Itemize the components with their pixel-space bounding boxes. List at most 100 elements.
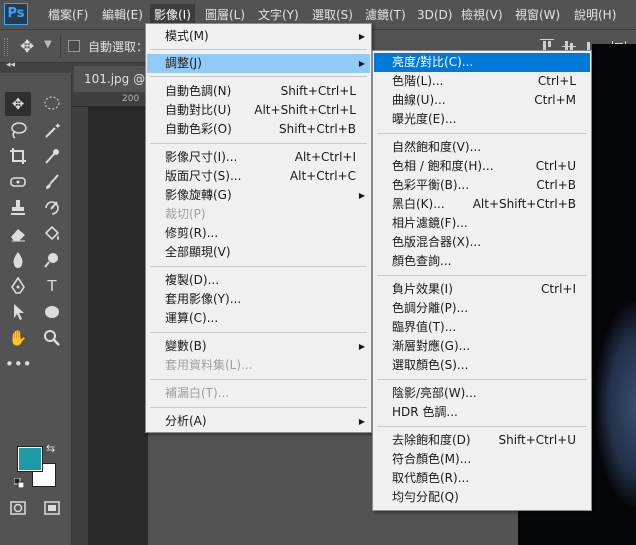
lasso-tool-icon[interactable]: [5, 118, 31, 142]
menu-file[interactable]: 檔案(F): [46, 6, 90, 24]
history-brush-icon[interactable]: [39, 196, 65, 220]
spot-healing-icon[interactable]: [5, 170, 31, 194]
menu-item-brightness-contrast[interactable]: 亮度/對比(C)...: [374, 53, 590, 72]
menu-item-adjustments[interactable]: 調整(J) ▶: [147, 54, 370, 73]
pen-tool-icon[interactable]: [5, 274, 31, 298]
eraser-tool-icon[interactable]: [5, 222, 31, 246]
menu-item-vibrance[interactable]: 自然飽和度(V)...: [374, 138, 590, 157]
menu-item-trap: 補漏白(T)...: [165, 386, 230, 400]
menu-item-calculations[interactable]: 運算(C)...: [147, 309, 370, 328]
menu-item-curves[interactable]: 曲線(U)... Ctrl+M: [374, 91, 590, 110]
adjustments-submenu: 亮度/對比(C)... 色階(L)... Ctrl+L 曲線(U)... Ctr…: [372, 50, 592, 511]
menu-item-variables[interactable]: 變數(B) ▶: [147, 337, 370, 356]
menu-item-desaturate[interactable]: 去除飽和度(D) Shift+Ctrl+U: [374, 431, 590, 450]
zoom-tool-icon[interactable]: [39, 326, 65, 350]
left-ruler: [72, 107, 88, 545]
path-selection-icon[interactable]: [5, 300, 31, 324]
menu-item-analysis[interactable]: 分析(A) ▶: [147, 412, 370, 431]
menu-edit[interactable]: 編輯(E): [100, 6, 145, 24]
type-tool-icon[interactable]: T: [39, 274, 65, 298]
canvas-area[interactable]: [88, 107, 148, 545]
collapse-icon[interactable]: ◂◂: [6, 60, 15, 70]
submenu-arrow-icon: ▶: [358, 342, 365, 351]
menu-separator: [150, 76, 367, 77]
options-divider: [60, 36, 61, 58]
eyedropper-icon[interactable]: [39, 144, 65, 168]
menu-separator: [377, 275, 587, 276]
move-tool-icon[interactable]: ✥: [5, 92, 31, 116]
menu-item-replace-color[interactable]: 取代顏色(R)...: [374, 469, 590, 488]
menu-item-black-white[interactable]: 黑白(K)... Alt+Shift+Ctrl+B: [374, 195, 590, 214]
menu-filter[interactable]: 濾鏡(T): [363, 6, 408, 24]
menu-item-trim[interactable]: 修剪(R)...: [147, 224, 370, 243]
brush-tool-icon[interactable]: [39, 170, 65, 194]
blur-tool-icon[interactable]: [5, 248, 31, 272]
menu-item-photo-filter[interactable]: 相片濾鏡(F)...: [374, 214, 590, 233]
menu-item-posterize[interactable]: 色調分離(P)...: [374, 299, 590, 318]
menu-item-color-balance[interactable]: 色彩平衡(B)... Ctrl+B: [374, 176, 590, 195]
menu-item-channel-mixer[interactable]: 色版混合器(X)...: [374, 233, 590, 252]
menu-separator: [377, 379, 587, 380]
crop-tool-icon[interactable]: [5, 144, 31, 168]
menu-item-image-rotation[interactable]: 影像旋轉(G) ▶: [147, 186, 370, 205]
quick-mask-icon[interactable]: [5, 496, 31, 520]
menu-help[interactable]: 說明(H): [572, 6, 618, 24]
image-menu-dropdown: 模式(M) ▶ 調整(J) ▶ 自動色調(N) Shift+Ctrl+L 自動對…: [145, 23, 372, 433]
menu-item-apply-data-set: 套用資料集(L)...: [165, 358, 253, 372]
menu-item-duplicate[interactable]: 複製(D)...: [147, 271, 370, 290]
menu-item-hdr-toning[interactable]: HDR 色調...: [374, 403, 590, 422]
menu-item-canvas-size[interactable]: 版面尺寸(S)... Alt+Ctrl+C: [147, 167, 370, 186]
menu-3d[interactable]: 3D(D): [415, 6, 454, 24]
menu-item-shadows-highlights[interactable]: 陰影/亮部(W)...: [374, 384, 590, 403]
svg-text:✦: ✦: [54, 122, 61, 132]
chevron-down-icon[interactable]: ▼: [44, 39, 52, 50]
menu-separator: [150, 332, 367, 333]
menu-item-equalize[interactable]: 均勻分配(Q): [374, 488, 590, 507]
default-colors-icon[interactable]: [13, 477, 25, 489]
auto-select-label: 自動選取：: [88, 40, 149, 54]
magic-wand-icon[interactable]: ✦: [39, 118, 65, 142]
menu-item-threshold[interactable]: 臨界值(T)...: [374, 318, 590, 337]
menu-layer[interactable]: 圖層(L): [203, 6, 247, 24]
menu-view[interactable]: 檢視(V): [459, 6, 505, 24]
foreground-color-swatch[interactable]: [17, 446, 43, 472]
marquee-tool-icon[interactable]: [39, 92, 65, 116]
ellipse-tool-icon[interactable]: [39, 300, 65, 324]
menu-item-color-lookup[interactable]: 顏色查詢...: [374, 252, 590, 271]
paint-bucket-icon[interactable]: [39, 222, 65, 246]
clone-stamp-icon[interactable]: [5, 196, 31, 220]
menu-item-gradient-map[interactable]: 漸層對應(G)...: [374, 337, 590, 356]
menu-item-apply-image[interactable]: 套用影像(Y)...: [147, 290, 370, 309]
move-tool-preset-icon[interactable]: ✥: [20, 37, 34, 57]
menu-separator: [150, 143, 367, 144]
dodge-tool-icon[interactable]: [39, 248, 65, 272]
menu-item-auto-color[interactable]: 自動色彩(O) Shift+Ctrl+B: [147, 120, 370, 139]
more-tools-icon[interactable]: •••: [5, 352, 32, 376]
options-grip[interactable]: [4, 38, 8, 56]
top-ruler: [72, 93, 152, 107]
menu-item-auto-tone[interactable]: 自動色調(N) Shift+Ctrl+L: [147, 82, 370, 101]
menu-item-exposure[interactable]: 曝光度(E)...: [374, 110, 590, 129]
menu-item-selective-color[interactable]: 選取顏色(S)...: [374, 356, 590, 375]
document-tab[interactable]: 101.jpg @ 3: [74, 66, 150, 92]
menu-item-match-color[interactable]: 符合顏色(M)...: [374, 450, 590, 469]
menu-item-mode[interactable]: 模式(M) ▶: [147, 27, 370, 46]
auto-select-checkbox[interactable]: [68, 40, 80, 52]
submenu-arrow-icon: ▶: [358, 32, 365, 41]
menu-item-invert[interactable]: 負片效果(I) Ctrl+I: [374, 280, 590, 299]
screen-mode-icon[interactable]: [39, 496, 65, 520]
menu-item-reveal-all[interactable]: 全部顯現(V): [147, 243, 370, 262]
menu-separator: [150, 407, 367, 408]
menu-separator: [377, 426, 587, 427]
menu-separator: [377, 133, 587, 134]
menu-window[interactable]: 視窗(W): [513, 6, 562, 24]
swap-colors-icon[interactable]: ⇆: [46, 442, 55, 455]
menu-item-image-size[interactable]: 影像尺寸(I)... Alt+Ctrl+I: [147, 148, 370, 167]
hand-tool-icon[interactable]: ✋: [5, 326, 31, 350]
menu-select[interactable]: 選取(S): [310, 6, 355, 24]
menu-item-auto-contrast[interactable]: 自動對比(U) Alt+Shift+Ctrl+L: [147, 101, 370, 120]
photoshop-logo: Ps: [4, 3, 28, 25]
menu-item-hue-saturation[interactable]: 色相 / 飽和度(H)... Ctrl+U: [374, 157, 590, 176]
menu-item-levels[interactable]: 色階(L)... Ctrl+L: [374, 72, 590, 91]
menu-type[interactable]: 文字(Y): [256, 6, 301, 24]
